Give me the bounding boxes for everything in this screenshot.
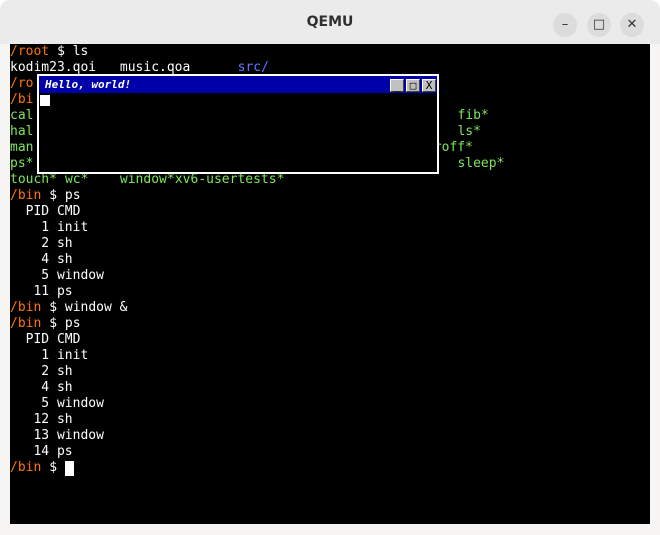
child-maximize-button[interactable]: □	[406, 79, 420, 92]
terminal-text: PID CMD	[10, 204, 81, 219]
terminal-text: $ window &	[41, 300, 128, 315]
terminal-text: 12 sh	[10, 412, 73, 427]
terminal-text: touch*	[10, 172, 57, 187]
terminal-line: 2 sh	[10, 236, 650, 252]
terminal-line: /bin $ ps	[10, 316, 650, 332]
terminal-line: 2 sh	[10, 364, 650, 380]
terminal-text: /bi	[10, 92, 34, 107]
terminal-line: 4 sh	[10, 380, 650, 396]
terminal-text: 4 sh	[10, 252, 73, 267]
terminal-text: 1 init	[10, 348, 89, 363]
terminal-text: wc*	[64, 172, 89, 187]
terminal-text: 4 sh	[10, 380, 73, 395]
terminal-line: /root $ ls	[10, 44, 650, 60]
terminal-text: /bin	[10, 460, 42, 475]
terminal-text: $ ls	[49, 44, 89, 59]
terminal-text: /root	[10, 44, 50, 59]
terminal-text: hal	[10, 124, 34, 139]
maximize-button[interactable]: □	[587, 13, 611, 37]
terminal-text: man	[10, 140, 34, 155]
terminal-line: 13 window	[10, 428, 650, 444]
close-button[interactable]: ✕	[620, 13, 644, 37]
terminal-text: ls*	[457, 124, 481, 139]
hello-world-window[interactable]: Hello, world! _ □ X	[37, 74, 439, 174]
terminal-line: 1 init	[10, 348, 650, 364]
terminal-screen[interactable]: /root $ ls kodim23.qoi music.qoa src//ro/bi…	[10, 44, 650, 524]
terminal-text: fib*	[457, 108, 489, 123]
terminal-line: PID CMD	[10, 332, 650, 348]
terminal-text: cal	[10, 108, 34, 123]
terminal-text: $	[41, 460, 65, 475]
hello-world-title: Hello, world!	[45, 78, 132, 91]
terminal-text: /bin	[10, 316, 42, 331]
qemu-window: QEMU – □ ✕ /root $ ls kodim23.qoi music.qo…	[0, 0, 660, 535]
child-text-cursor	[40, 95, 50, 106]
terminal-text: window*	[119, 172, 175, 187]
terminal-line: PID CMD	[10, 204, 650, 220]
child-close-button[interactable]: X	[422, 79, 436, 92]
terminal-line: 11 ps	[10, 284, 650, 300]
terminal-line: 14 ps	[10, 444, 650, 460]
terminal-text: sleep*	[457, 156, 505, 171]
terminal-text: 5 window	[10, 268, 104, 283]
terminal-text: $ ps	[41, 188, 81, 203]
terminal-text: /ro	[10, 76, 34, 91]
terminal-text: /bin	[10, 300, 42, 315]
terminal-line: /bin $ window &	[10, 300, 650, 316]
terminal-line: 12 sh	[10, 412, 650, 428]
terminal-text: 1 init	[10, 220, 89, 235]
terminal-text: 2 sh	[10, 236, 73, 251]
child-minimize-button[interactable]: _	[390, 79, 404, 92]
terminal-text: ps*	[10, 156, 34, 171]
terminal-line: 1 init	[10, 220, 650, 236]
terminal-text: $ ps	[41, 316, 81, 331]
terminal-text: xv6-usertests*	[174, 172, 285, 187]
terminal-text: 5 window	[10, 396, 104, 411]
terminal-line: 5 window	[10, 268, 650, 284]
terminal-cursor	[64, 461, 74, 476]
terminal-line: 5 window	[10, 396, 650, 412]
terminal-text: PID CMD	[10, 332, 81, 347]
terminal-text: 2 sh	[10, 364, 73, 379]
titlebar[interactable]: QEMU – □ ✕	[0, 0, 660, 44]
terminal-line: 4 sh	[10, 252, 650, 268]
terminal-line: /bin $	[10, 460, 650, 476]
terminal-line: touch* wc* window* xv6-usertests*	[10, 172, 650, 188]
terminal-text: /bin	[10, 188, 42, 203]
terminal-text: 14 ps	[10, 444, 73, 459]
terminal-text: 13 window	[10, 428, 104, 443]
minimize-button[interactable]: –	[553, 13, 577, 37]
hello-world-titlebar[interactable]: Hello, world! _ □ X	[39, 76, 437, 93]
terminal-text: 11 ps	[10, 284, 73, 299]
terminal-line: /bin $ ps	[10, 188, 650, 204]
